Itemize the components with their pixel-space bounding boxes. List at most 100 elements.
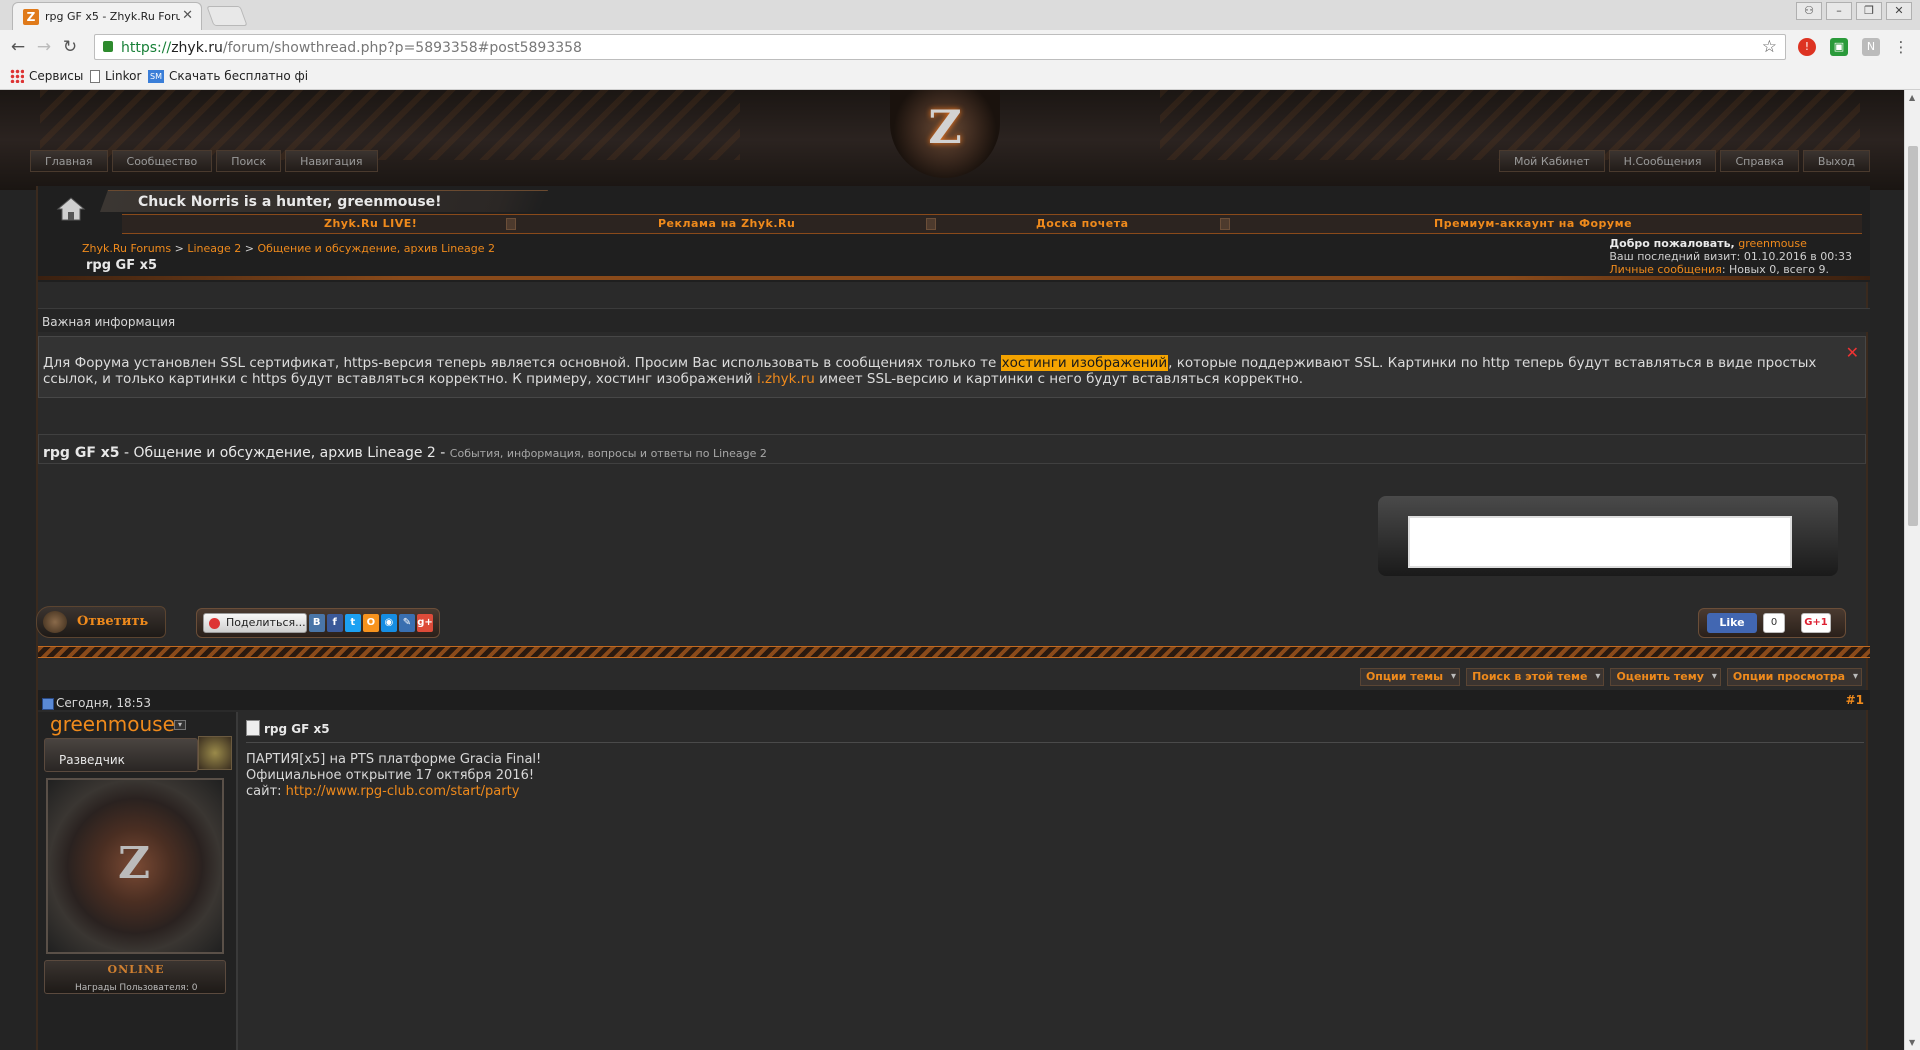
- post-site-link[interactable]: http://www.rpg-club.com/start/party: [286, 784, 520, 799]
- thread-header-dash: -: [435, 445, 450, 461]
- notice-highlight[interactable]: хостинги изображений: [1000, 355, 1169, 371]
- bookmark-linkor[interactable]: Linkor: [90, 69, 141, 83]
- ad-banner[interactable]: [1408, 516, 1792, 568]
- breadcrumb-forum-archive[interactable]: Общение и обсуждение, архив Lineage 2: [257, 242, 495, 255]
- ad-frame: [1368, 486, 1848, 586]
- welcome-greeting: Добро пожаловать,: [1609, 237, 1735, 250]
- bookmark-star-icon[interactable]: ☆: [1762, 37, 1777, 57]
- display-options-dropdown[interactable]: Опции просмотра: [1726, 668, 1862, 686]
- thread-header: rpg GF x5 - Общение и обсуждение, архив …: [38, 434, 1866, 464]
- notice-link-izhyk[interactable]: i.zhyk.ru: [757, 371, 815, 387]
- nav-search[interactable]: Поиск: [216, 150, 282, 172]
- post-date: Сегодня, 18:53: [42, 696, 151, 710]
- main-navigation: Главная Сообщество Поиск Навигация Мой К…: [26, 146, 1878, 176]
- lock-icon: [103, 41, 113, 52]
- browser-tab[interactable]: Z rpg GF x5 - Zhyk.Ru Forum ✕: [12, 2, 202, 30]
- breadcrumb-current-thread: rpg GF x5: [86, 258, 158, 273]
- scroll-up-icon[interactable]: ▲: [1909, 93, 1915, 102]
- welcome-username[interactable]: greenmouse: [1738, 237, 1807, 250]
- close-window-button[interactable]: ✕: [1886, 2, 1912, 20]
- private-messages-link[interactable]: Личные сообщения: [1609, 263, 1721, 276]
- breadcrumb: Zhyk.Ru Forums > Lineage 2 > Общение и о…: [82, 242, 495, 255]
- breadcrumb-lineage2[interactable]: Lineage 2: [187, 242, 241, 255]
- livejournal-icon[interactable]: ✎: [398, 614, 415, 632]
- rank-badge-icon: [198, 736, 232, 770]
- extension-adblock-icon[interactable]: !: [1798, 38, 1816, 56]
- post-header: Сегодня, 18:53 #1: [38, 690, 1870, 710]
- maximize-button[interactable]: ❐: [1856, 2, 1882, 20]
- post-user-info: greenmouse ▾ Разведчик Z ONLINE Награды …: [38, 712, 238, 1050]
- bookmarks-bar: Сервисы Linkor SM Скачать бесплатно фі: [0, 64, 1920, 90]
- chrome-menu-icon[interactable]: ⋮: [1892, 38, 1910, 56]
- profile-icon[interactable]: ⚇: [1796, 2, 1822, 20]
- last-visit-value: 01.10.2016 в 00:33: [1743, 250, 1852, 263]
- link-premium-account[interactable]: Премиум-аккаунт на Форуме: [1434, 217, 1632, 230]
- post-username[interactable]: greenmouse: [50, 712, 175, 736]
- bookmark-apps[interactable]: Сервисы: [10, 69, 83, 83]
- user-title-bar: Разведчик: [44, 738, 198, 772]
- facebook-icon[interactable]: f: [326, 614, 343, 632]
- minimize-button[interactable]: –: [1826, 2, 1852, 20]
- bookmark-download[interactable]: SM Скачать бесплатно фі: [148, 69, 308, 83]
- url-text: https://zhyk.ru/forum/showthread.php?p=5…: [121, 40, 582, 56]
- link-zhyk-live[interactable]: Zhyk.Ru LIVE!: [324, 217, 417, 230]
- link-hall-of-fame[interactable]: Доска почета: [1036, 217, 1129, 230]
- post-number-link[interactable]: #1: [1846, 693, 1864, 707]
- scroll-down-icon[interactable]: ▼: [1909, 1038, 1915, 1047]
- bookmark-label: Linkor: [105, 69, 142, 83]
- avatar[interactable]: Z: [46, 778, 224, 954]
- mailru-icon[interactable]: ◉: [380, 614, 397, 632]
- forward-arrow-icon[interactable]: →: [34, 37, 54, 57]
- tab-close-icon[interactable]: ✕: [182, 8, 193, 23]
- document-icon: [90, 69, 100, 83]
- odnoklassniki-icon[interactable]: О: [362, 614, 379, 632]
- notice-heading: Важная информация: [38, 308, 1870, 332]
- rate-thread-dropdown[interactable]: Оценить тему: [1610, 668, 1721, 686]
- home-icon[interactable]: [56, 196, 86, 222]
- chuck-norris-greeting: Chuck Norris is a hunter, greenmouse!: [138, 194, 442, 210]
- breadcrumb-forums[interactable]: Zhyk.Ru Forums: [82, 242, 171, 255]
- notice-close-icon[interactable]: ✕: [1846, 343, 1859, 362]
- nav-logout[interactable]: Выход: [1802, 150, 1870, 172]
- reply-button[interactable]: Ответить: [36, 606, 166, 638]
- facebook-like-count: 0: [1763, 613, 1785, 633]
- thread-header-dash: -: [119, 445, 134, 461]
- post-title: rpg GF x5: [246, 720, 330, 736]
- nav-new-messages[interactable]: Н.Сообщения: [1608, 150, 1717, 172]
- post-content: ПАРТИЯ[x5] на PTS платформе Gracia Final…: [246, 752, 541, 800]
- twitter-icon[interactable]: t: [344, 614, 361, 632]
- link-advertising[interactable]: Реклама на Zhyk.Ru: [658, 217, 795, 230]
- thread-options-dropdown[interactable]: Опции темы: [1359, 668, 1461, 686]
- separator: [1220, 218, 1230, 230]
- window-controls: ⚇ – ❐ ✕: [1796, 2, 1912, 20]
- address-bar[interactable]: https://zhyk.ru/forum/showthread.php?p=5…: [94, 34, 1786, 60]
- google-plus-one-button[interactable]: G+1: [1801, 613, 1831, 633]
- new-tab-button[interactable]: [206, 6, 248, 26]
- vk-icon[interactable]: В: [308, 614, 325, 632]
- extension-green-icon[interactable]: ▣: [1830, 38, 1848, 56]
- private-messages-count: : Новых 0, всего 9.: [1721, 263, 1829, 276]
- bookmark-label: Сервисы: [29, 69, 84, 83]
- nav-community[interactable]: Сообщество: [111, 150, 213, 172]
- search-thread-dropdown[interactable]: Поиск в этой теме: [1466, 668, 1605, 686]
- nav-help[interactable]: Справка: [1720, 150, 1799, 172]
- post-line: ПАРТИЯ[x5] на PTS платформе Gracia Final…: [246, 752, 542, 767]
- nav-my-cabinet[interactable]: Мой Кабинет: [1498, 150, 1605, 172]
- share-button[interactable]: Поделиться...: [203, 613, 307, 633]
- content-frame: Chuck Norris is a hunter, greenmouse! Zh…: [36, 186, 1870, 1050]
- thread-tools: Опции темы Поиск в этой теме Оценить тем…: [1359, 668, 1862, 686]
- nav-home[interactable]: Главная: [30, 150, 108, 172]
- back-arrow-icon[interactable]: ←: [8, 37, 28, 57]
- user-menu-icon[interactable]: ▾: [174, 720, 186, 730]
- page-scrollbar[interactable]: ▲ ▼: [1904, 90, 1920, 1050]
- reload-icon[interactable]: ↻: [60, 37, 80, 57]
- apps-grid-icon: [10, 69, 24, 83]
- sm-icon: SM: [148, 69, 164, 83]
- post-line: Официальное открытие 17 октября 2016!: [246, 768, 535, 783]
- browser-chrome: Z rpg GF x5 - Zhyk.Ru Forum ✕ ⚇ – ❐ ✕ ← …: [0, 0, 1920, 90]
- scrollbar-thumb[interactable]: [1908, 146, 1918, 526]
- facebook-like-button[interactable]: Like: [1707, 613, 1757, 633]
- nav-navigation[interactable]: Навигация: [285, 150, 378, 172]
- extension-n-icon[interactable]: N: [1862, 38, 1880, 56]
- googleplus-icon[interactable]: g+: [416, 614, 434, 632]
